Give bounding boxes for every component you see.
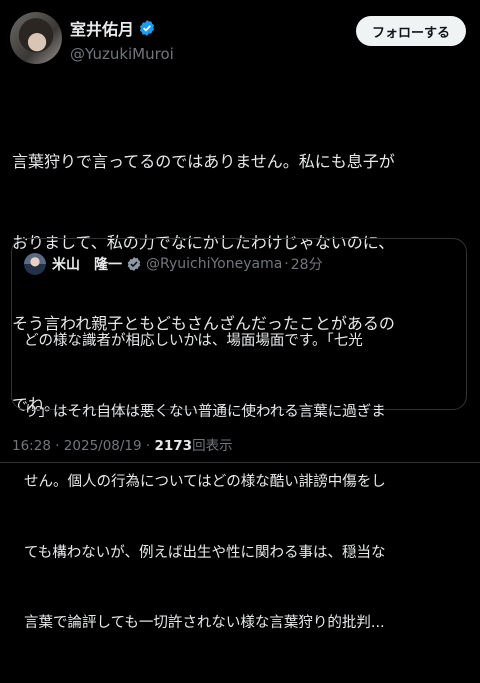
tweet-meta: 16:28 · 2025/08/19 · 2173回表示 xyxy=(12,434,233,454)
verified-badge-icon xyxy=(139,20,155,36)
tweet-date[interactable]: 2025/08/19 xyxy=(64,438,142,454)
author-display-name-text[interactable]: 室井佑月 xyxy=(70,16,134,40)
quoted-line: り」はそれ自体は悪くない普通に使われる言葉に過ぎま xyxy=(24,403,386,420)
quoted-handle: @RyuichiYoneyama xyxy=(146,256,283,272)
author-names: 室井佑月 @YuzukiMuroi xyxy=(70,16,174,63)
view-count: 2173 xyxy=(154,438,193,454)
follow-button[interactable]: フォローする xyxy=(355,16,466,46)
quoted-avatar xyxy=(24,253,46,275)
quoted-line: どの様な識者が相応しいかは、場面場面です。「七光 xyxy=(24,333,363,349)
meta-separator: · xyxy=(145,438,151,454)
quoted-tweet-header: 米山 隆一 @RyuichiYoneyama · 28分 xyxy=(24,253,323,275)
avatar[interactable] xyxy=(10,12,62,64)
view-count-label: 回表示 xyxy=(192,438,233,454)
tweet-header: 室井佑月 @YuzukiMuroi フォローする xyxy=(10,12,466,70)
author-display-name[interactable]: 室井佑月 xyxy=(70,16,174,40)
quoted-line: 言葉で論評しても一切許されない様な言葉狩り的批判... xyxy=(24,615,385,631)
tweet-line: 言葉狩りで言ってるのではありません。私にも息子が xyxy=(12,152,395,171)
meta-separator: · xyxy=(55,438,60,454)
quoted-line: せん。個人の行為についてはどの様な酷い誹謗中傷をし xyxy=(24,474,386,490)
quoted-separator: · xyxy=(284,256,289,272)
quoted-time: 28分 xyxy=(290,257,323,273)
quoted-tweet-card[interactable]: 米山 隆一 @RyuichiYoneyama · 28分 どの様な識者が相応しい… xyxy=(11,238,467,631)
quoted-line: ても構わないが、例えば出生や性に関わる事は、穏当な xyxy=(24,544,386,561)
tweet-time[interactable]: 16:28 xyxy=(12,438,51,454)
author-handle[interactable]: @YuzukiMuroi xyxy=(70,45,174,63)
quoted-display-name: 米山 隆一 xyxy=(52,257,122,273)
quoted-tweet-body: どの様な識者が相応しいかは、場面場面です。「七光 り」はそれ自体は悪くない普通に… xyxy=(24,283,456,683)
quoted-verified-badge-icon xyxy=(127,257,141,271)
divider xyxy=(0,462,480,463)
